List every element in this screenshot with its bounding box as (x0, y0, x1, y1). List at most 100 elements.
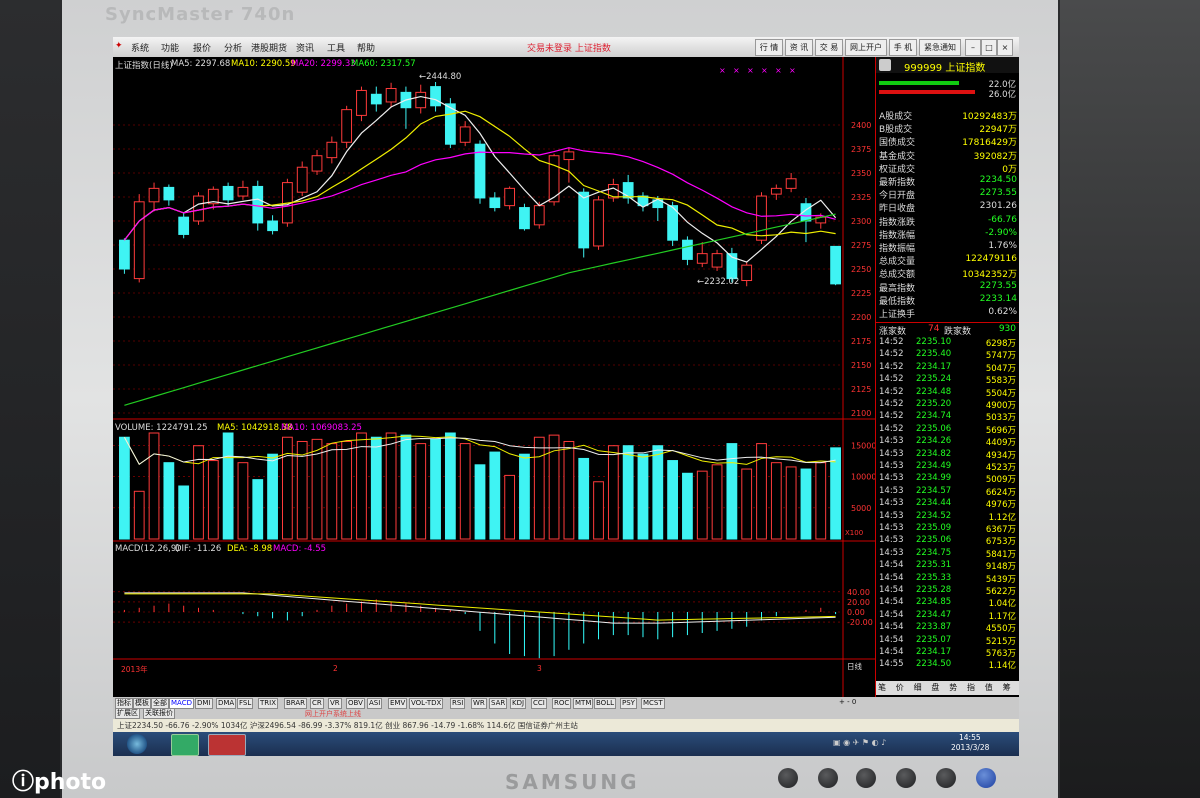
side-tab[interactable]: 值 (985, 682, 993, 693)
indicator-tab[interactable]: PSY (620, 698, 637, 709)
taskbar-app-icon[interactable] (208, 734, 246, 756)
stat-row: B股成交 22947万 (876, 122, 1019, 135)
indicator-tab[interactable]: RSI (450, 698, 466, 709)
indicator-tab[interactable]: KDJ (510, 698, 527, 709)
tick-volume: 5763万 (985, 649, 1016, 659)
tick-row[interactable]: 14:52 2235.20 4900万 (876, 399, 1019, 411)
side-tab[interactable]: 筹 (1003, 682, 1011, 693)
indicator-tab[interactable]: FSL (237, 698, 254, 709)
indicator-tab[interactable]: BOLL (594, 698, 616, 709)
indicator-tab[interactable]: ASI (367, 698, 383, 709)
tick-row[interactable]: 14:52 2234.48 5504万 (876, 387, 1019, 399)
tick-time: 14:54 (879, 597, 904, 608)
taskbar-app-icon[interactable] (171, 734, 199, 756)
monitor-button[interactable] (778, 768, 798, 788)
tick-row[interactable]: 14:53 2235.09 6367万 (876, 523, 1019, 535)
indicator-tab[interactable]: MTM (573, 698, 594, 709)
indicator-tab[interactable]: CCI (531, 698, 547, 709)
power-button[interactable] (976, 768, 996, 788)
tick-row[interactable]: 14:53 2234.57 6624万 (876, 486, 1019, 498)
tick-row[interactable]: 14:52 2235.10 6298万 (876, 337, 1019, 349)
marker-x-icon: × (747, 66, 754, 75)
tick-row[interactable]: 14:53 2234.52 1.12亿 (876, 511, 1019, 523)
zoom-controls[interactable]: + - 0 (839, 698, 856, 706)
toolbar-mobile-button[interactable]: 手 机 (889, 39, 917, 56)
indicator-tab[interactable]: DMI (195, 698, 213, 709)
indicator-tab[interactable]: WR (471, 698, 487, 709)
tick-row[interactable]: 14:54 2235.07 5215万 (876, 635, 1019, 647)
side-tab[interactable]: 势 (949, 682, 957, 693)
menu-quote[interactable]: 报价 (193, 41, 211, 54)
indicator-tab[interactable]: TRIX (258, 698, 278, 709)
monitor-button[interactable] (936, 768, 956, 788)
tick-row[interactable]: 14:53 2234.49 4523万 (876, 461, 1019, 473)
menu-news[interactable]: 资讯 (296, 41, 314, 54)
toolbar-account-button[interactable]: 网上开户 (845, 39, 887, 56)
tick-row[interactable]: 14:54 2234.47 1.17亿 (876, 610, 1019, 622)
tick-row[interactable]: 14:54 2235.28 5622万 (876, 585, 1019, 597)
monitor-button[interactable] (856, 768, 876, 788)
indicator-tab[interactable]: VOL-TDX (409, 698, 444, 709)
minimize-icon[interactable]: – (965, 39, 981, 56)
tick-row[interactable]: 14:53 2234.26 4409万 (876, 436, 1019, 448)
indicator-tab[interactable]: CR (310, 698, 324, 709)
side-tab[interactable]: 笔 (878, 682, 886, 693)
toolbar-notice-button[interactable]: 紧急通知 (919, 39, 961, 56)
close-icon[interactable]: × (997, 39, 1013, 56)
indicator-tab[interactable]: MCST (641, 698, 665, 709)
tick-row[interactable]: 14:52 2234.17 5047万 (876, 362, 1019, 374)
maximize-icon[interactable]: □ (981, 39, 997, 56)
menu-function[interactable]: 功能 (161, 41, 179, 54)
volume-bar (504, 474, 516, 540)
indicator-tab[interactable]: EMV (388, 698, 408, 709)
toolbar-quote-button[interactable]: 行 情 (755, 39, 783, 56)
volume-bar (148, 432, 160, 540)
tick-row[interactable]: 14:52 2235.40 5747万 (876, 349, 1019, 361)
side-tab[interactable]: 盘 (931, 682, 939, 693)
stat-label: 上证换手 (879, 310, 916, 320)
menu-system[interactable]: 系统 (131, 41, 149, 54)
tick-time: 14:52 (879, 411, 904, 422)
start-button-icon[interactable] (127, 734, 147, 754)
indicator-tab[interactable]: DMA (216, 698, 237, 709)
tab-extension[interactable]: 扩展区 (115, 708, 140, 719)
tick-row[interactable]: 14:54 2234.17 5763万 (876, 647, 1019, 659)
tick-row[interactable]: 14:54 2235.31 9148万 (876, 560, 1019, 572)
indicator-tab[interactable]: ROC (552, 698, 572, 709)
kline-chart-panel[interactable]: 2400 2375 2350 2325 2300 2275 2250 2225 2200 2175… (113, 57, 876, 697)
tick-row[interactable]: 14:55 2234.50 1.14亿 (876, 659, 1019, 672)
tab-related-quote[interactable]: 关联报价 (143, 708, 175, 719)
tick-row[interactable]: 14:52 2234.74 5033万 (876, 411, 1019, 423)
price-axis-label: 2175 (851, 337, 871, 346)
side-tab[interactable]: 价 (896, 682, 904, 693)
side-tab[interactable]: 指 (967, 682, 975, 693)
tick-row[interactable]: 14:53 2234.44 4976万 (876, 498, 1019, 510)
high-marker: ←2444.80 (419, 72, 462, 82)
tick-row[interactable]: 14:54 2235.33 5439万 (876, 573, 1019, 585)
monitor-button[interactable] (896, 768, 916, 788)
menu-tools[interactable]: 工具 (327, 41, 345, 54)
marker-x-icon: × (719, 66, 726, 75)
tick-row[interactable]: 14:53 2234.99 5009万 (876, 473, 1019, 485)
indicator-tab[interactable]: SAR (489, 698, 508, 709)
indicator-tab[interactable]: BRAR (284, 698, 308, 709)
indicator-tab[interactable]: OBV (346, 698, 365, 709)
indicator-tab[interactable]: VR (328, 698, 342, 709)
toolbar-trade-button[interactable]: 交 易 (815, 39, 843, 56)
tick-row[interactable]: 14:52 2235.06 5696万 (876, 424, 1019, 436)
monitor-button[interactable] (818, 768, 838, 788)
tick-time: 14:53 (879, 473, 904, 484)
tick-row[interactable]: 14:52 2235.24 5583万 (876, 374, 1019, 386)
menu-help[interactable]: 帮助 (357, 41, 375, 54)
tick-row[interactable]: 14:54 2234.85 1.04亿 (876, 597, 1019, 609)
tick-volume: 1.14亿 (988, 661, 1016, 672)
side-tab[interactable]: 细 (914, 682, 922, 693)
toolbar-news-button[interactable]: 资 讯 (785, 39, 813, 56)
tick-row[interactable]: 14:54 2233.87 4550万 (876, 622, 1019, 634)
menu-analysis[interactable]: 分析 (224, 41, 242, 54)
menu-futures[interactable]: 港股期货 (251, 41, 287, 54)
tray-icons[interactable]: ▣ ◉ ✈ ⚑ ◐ ♪ (833, 738, 943, 750)
tick-row[interactable]: 14:53 2234.82 4934万 (876, 449, 1019, 461)
tick-row[interactable]: 14:53 2235.06 6753万 (876, 535, 1019, 547)
tick-row[interactable]: 14:53 2234.75 5841万 (876, 548, 1019, 560)
